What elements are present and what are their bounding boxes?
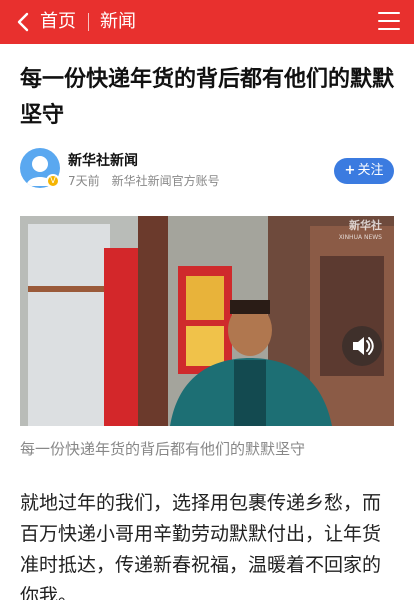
publish-time: 7天前	[68, 174, 100, 188]
follow-label: 关注	[357, 163, 384, 178]
author-meta: 7天前 新华社新闻官方账号	[68, 172, 220, 189]
channel-title[interactable]: 新闻	[100, 0, 136, 44]
watermark-subtext: XINHUA NEWS	[338, 234, 382, 241]
author-description: 新华社新闻官方账号	[111, 174, 220, 188]
watermark-text: 新华社	[349, 219, 382, 232]
verified-badge-icon: V	[46, 174, 60, 188]
article-body: 就地过年的我们，选择用包裹传递乡愁，而百万快递小哥用辛勤劳动默默付出，让年货准时…	[20, 492, 382, 600]
hamburger-menu-icon[interactable]	[378, 12, 400, 32]
top-nav-bar: 首页 新闻	[0, 0, 414, 44]
video-frame	[20, 216, 394, 426]
speaker-icon	[353, 337, 374, 355]
author-name[interactable]: 新华社新闻	[68, 150, 138, 170]
video-player[interactable]: 新华社 XINHUA NEWS	[20, 216, 394, 426]
chevron-left-icon[interactable]	[14, 12, 34, 32]
nav-divider	[88, 13, 89, 31]
home-link[interactable]: 首页	[40, 0, 76, 44]
article-title: 每一份快递年货的背后都有他们的默默坚守	[20, 67, 395, 128]
video-watermark: 新华社 XINHUA NEWS	[339, 220, 382, 244]
author-row: V 新华社新闻 7天前 新华社新闻官方账号 + 关注	[20, 148, 394, 192]
follow-button[interactable]: + 关注	[334, 158, 394, 184]
plus-icon: +	[344, 163, 356, 178]
video-caption: 每一份快递年货的背后都有他们的默默坚守	[20, 440, 306, 458]
volume-button[interactable]	[342, 326, 382, 366]
